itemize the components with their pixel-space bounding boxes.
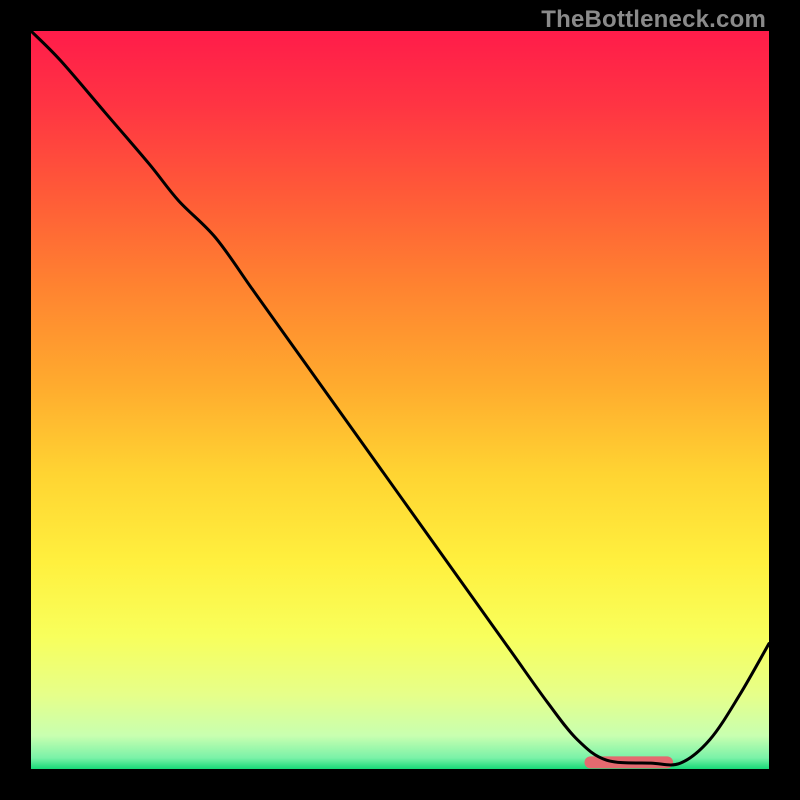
chart-stage: TheBottleneck.com (0, 0, 800, 800)
chart-svg (31, 31, 769, 769)
chart-plot-area (31, 31, 769, 769)
watermark-label: TheBottleneck.com (541, 6, 766, 34)
gradient-background (31, 31, 769, 769)
